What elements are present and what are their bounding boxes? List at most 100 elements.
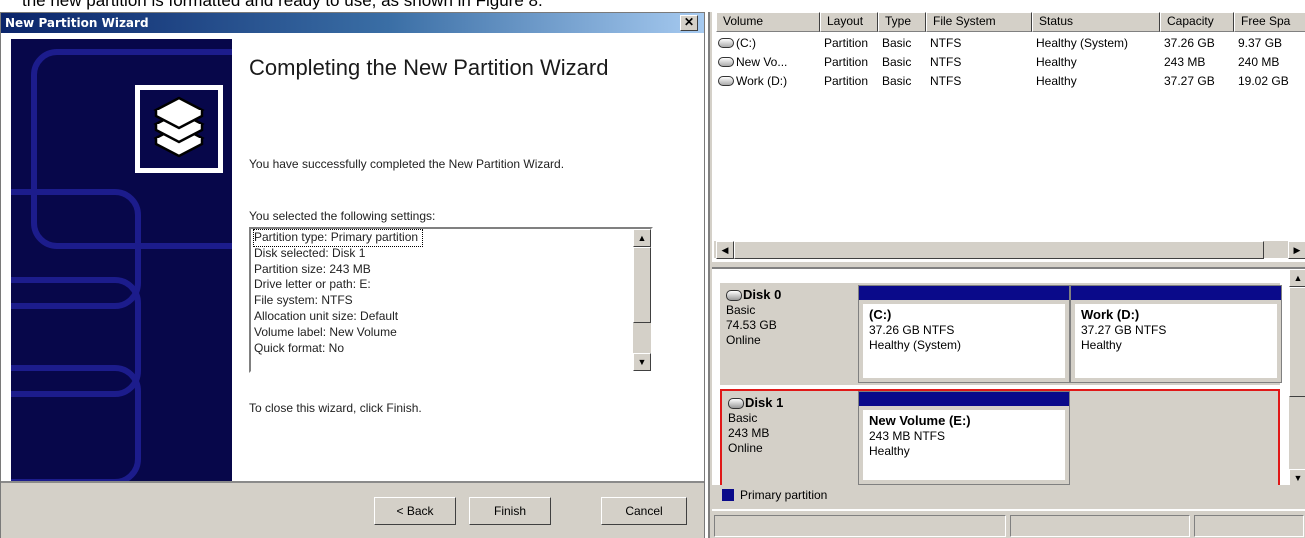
disk-type: Basic	[728, 411, 758, 425]
scroll-up-icon[interactable]: ▲	[1289, 269, 1305, 287]
cell-file-system: NTFS	[930, 36, 962, 50]
disk-icon	[728, 398, 744, 410]
partition-detail: 243 MB NTFS	[869, 429, 946, 443]
disk-management-window: Volume Layout Type File System Status Ca…	[708, 12, 1305, 538]
close-instruction: To close this wizard, click Finish.	[249, 401, 422, 415]
legend-swatch	[722, 489, 734, 501]
scroll-down-icon[interactable]: ▼	[1289, 469, 1305, 485]
disk-row-1[interactable]: Disk 1 Basic 243 MB Online New Volume (E…	[720, 389, 1280, 485]
column-header-layout[interactable]: Layout	[820, 12, 878, 32]
cancel-button[interactable]: Cancel	[601, 497, 687, 525]
settings-scrollbar[interactable]: ▲ ▼	[633, 229, 651, 371]
settings-line: File system: NTFS	[254, 293, 353, 308]
cell-free-space: 240 MB	[1238, 55, 1280, 69]
wizard-title: New Partition Wizard	[5, 16, 149, 30]
caption-text: the new partition is formatted and ready…	[22, 0, 543, 10]
primary-partition-bar	[859, 286, 1069, 300]
disk-graphical-view: Disk 0 Basic 74.53 GB Online (C:) 37.26 …	[712, 267, 1305, 485]
drive-icon	[718, 76, 734, 86]
partition-status: Healthy	[1081, 338, 1122, 352]
partition-detail: 37.26 GB NTFS	[869, 323, 955, 337]
legend-label: Primary partition	[740, 488, 828, 502]
disk-icon	[726, 290, 742, 302]
disk-info: Disk 1 Basic 243 MB Online	[728, 395, 858, 456]
settings-line: Allocation unit size: Default	[254, 308, 399, 323]
table-row[interactable]: Work (D:) Partition Basic NTFS Healthy 3…	[712, 72, 1305, 91]
disk-size: 243 MB	[728, 426, 770, 440]
scroll-up-icon[interactable]: ▲	[633, 229, 651, 247]
close-icon[interactable]: ✕	[680, 15, 698, 31]
cell-volume: Work (D:)	[736, 74, 788, 88]
cell-free-space: 19.02 GB	[1238, 74, 1289, 88]
disk-state: Online	[728, 441, 763, 455]
partition-d[interactable]: Work (D:) 37.27 GB NTFS Healthy	[1070, 285, 1282, 383]
partition-name: Work (D:)	[1081, 307, 1140, 322]
column-header-capacity[interactable]: Capacity	[1160, 12, 1234, 32]
cell-status: Healthy (System)	[1036, 36, 1129, 50]
column-header-type[interactable]: Type	[878, 12, 926, 32]
table-row[interactable]: (C:) Partition Basic NTFS Healthy (Syste…	[712, 34, 1305, 53]
cell-file-system: NTFS	[930, 74, 962, 88]
status-panel	[714, 515, 1006, 537]
scroll-thumb[interactable]	[734, 241, 1264, 259]
status-panel	[1010, 515, 1190, 537]
column-header-volume[interactable]: Volume	[716, 12, 820, 32]
partition-detail: 37.27 GB NTFS	[1081, 323, 1167, 337]
wizard-footer: < Back Finish Cancel	[1, 481, 704, 538]
settings-list: Partition type: Primary partition Disk s…	[252, 229, 622, 356]
volume-list: Volume Layout Type File System Status Ca…	[712, 12, 1305, 262]
partition-e[interactable]: New Volume (E:) 243 MB NTFS Healthy	[858, 391, 1070, 485]
legend: Primary partition	[712, 485, 1305, 507]
settings-line: Partition size: 243 MB	[254, 261, 371, 276]
disk-type: Basic	[726, 303, 756, 317]
wizard-content: Completing the New Partition Wizard You …	[232, 39, 702, 481]
table-row[interactable]: New Vo... Partition Basic NTFS Healthy 2…	[712, 53, 1305, 72]
disk-info: Disk 0 Basic 74.53 GB Online	[726, 287, 856, 348]
disk-view-scrollbar[interactable]: ▲ ▼	[1289, 269, 1305, 485]
column-header-free-space[interactable]: Free Spa	[1234, 12, 1305, 32]
scroll-thumb[interactable]	[1289, 287, 1305, 397]
disk-row-0[interactable]: Disk 0 Basic 74.53 GB Online (C:) 37.26 …	[720, 283, 1282, 385]
partition-name: (C:)	[869, 307, 892, 322]
settings-line: Drive letter or path: E:	[254, 277, 371, 292]
volume-list-hscrollbar[interactable]: ◀ ▶	[714, 240, 1305, 259]
column-header-file-system[interactable]: File System	[926, 12, 1032, 32]
settings-line: Quick format: No	[254, 340, 345, 355]
back-button[interactable]: < Back	[374, 497, 456, 525]
partition-status: Healthy (System)	[869, 338, 962, 352]
caption-strip: the new partition is formatted and ready…	[0, 0, 1305, 12]
finish-button[interactable]: Finish	[469, 497, 551, 525]
cell-type: Basic	[882, 74, 912, 88]
partition-c[interactable]: (C:) 37.26 GB NTFS Healthy (System)	[858, 285, 1070, 383]
cell-capacity: 243 MB	[1164, 55, 1206, 69]
column-header-status[interactable]: Status	[1032, 12, 1160, 32]
scroll-right-icon[interactable]: ▶	[1288, 241, 1305, 259]
settings-line: Disk selected: Disk 1	[254, 245, 366, 260]
drive-icon	[718, 38, 734, 48]
cell-free-space: 9.37 GB	[1238, 36, 1283, 50]
scroll-down-icon[interactable]: ▼	[633, 353, 651, 371]
cell-type: Basic	[882, 36, 912, 50]
cell-layout: Partition	[824, 36, 869, 50]
cell-layout: Partition	[824, 55, 869, 69]
scroll-left-icon[interactable]: ◀	[716, 241, 734, 259]
status-panel	[1194, 515, 1304, 537]
status-bar	[712, 509, 1305, 537]
volume-list-header: Volume Layout Type File System Status Ca…	[712, 12, 1305, 32]
banner-shape	[11, 365, 141, 481]
disk-name: Disk 1	[745, 395, 784, 410]
primary-partition-bar	[1071, 286, 1281, 300]
cell-type: Basic	[882, 55, 912, 69]
cell-capacity: 37.26 GB	[1164, 36, 1215, 50]
cell-file-system: NTFS	[930, 55, 962, 69]
scroll-thumb[interactable]	[633, 247, 651, 323]
wizard-titlebar[interactable]: New Partition Wizard ✕	[1, 13, 704, 33]
settings-summary-box[interactable]: Partition type: Primary partition Disk s…	[249, 227, 653, 373]
cell-layout: Partition	[824, 74, 869, 88]
partition-name: New Volume (E:)	[869, 413, 971, 428]
partition-status: Healthy	[869, 444, 910, 458]
disk-stack-icon	[135, 85, 223, 173]
cell-status: Healthy	[1036, 74, 1077, 88]
settings-label: You selected the following settings:	[249, 209, 436, 223]
cell-volume: (C:)	[736, 36, 756, 50]
